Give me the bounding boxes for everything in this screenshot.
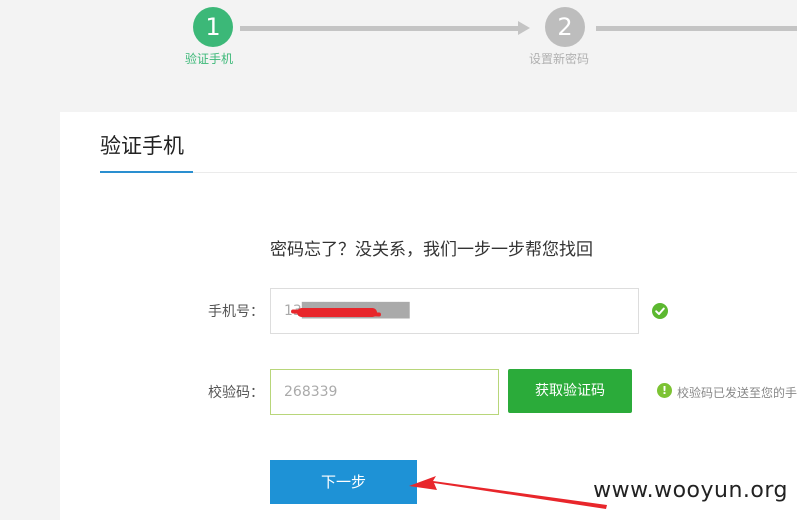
step-connector-arrow-icon <box>518 21 530 35</box>
step-1-circle: 1 <box>193 7 233 47</box>
code-input[interactable]: 268339 <box>270 369 499 415</box>
panel-title: 验证手机 <box>100 134 184 158</box>
step-2-label: 设置新密码 <box>529 52 590 66</box>
step-2-circle: 2 <box>545 7 585 47</box>
intro-text: 密码忘了？没关系，我们一步一步帮您找回 <box>270 240 593 260</box>
get-code-button[interactable]: 获取验证码 <box>508 369 632 413</box>
phone-input[interactable]: 13██████████ <box>270 288 639 334</box>
step-connector-line <box>240 26 520 31</box>
code-label: 校验码： <box>208 385 264 401</box>
panel-title-underline <box>100 171 193 173</box>
step-connector-line-2 <box>596 26 797 31</box>
code-sent-hint: 校验码已发送至您的手 <box>677 386 797 400</box>
step-progress: 1 验证手机 2 设置新密码 <box>0 0 797 100</box>
info-icon: ! <box>657 383 672 398</box>
verify-phone-panel: 验证手机 密码忘了？没关系，我们一步一步帮您找回 手机号： 13████████… <box>60 112 797 520</box>
next-step-button[interactable]: 下一步 <box>270 460 417 504</box>
step-1-label: 验证手机 <box>185 52 234 66</box>
code-value: 268339 <box>284 384 338 400</box>
check-circle-icon <box>652 303 668 319</box>
phone-label: 手机号： <box>208 304 264 320</box>
panel-divider <box>193 172 797 173</box>
watermark: www.wooyun.org <box>593 478 788 503</box>
